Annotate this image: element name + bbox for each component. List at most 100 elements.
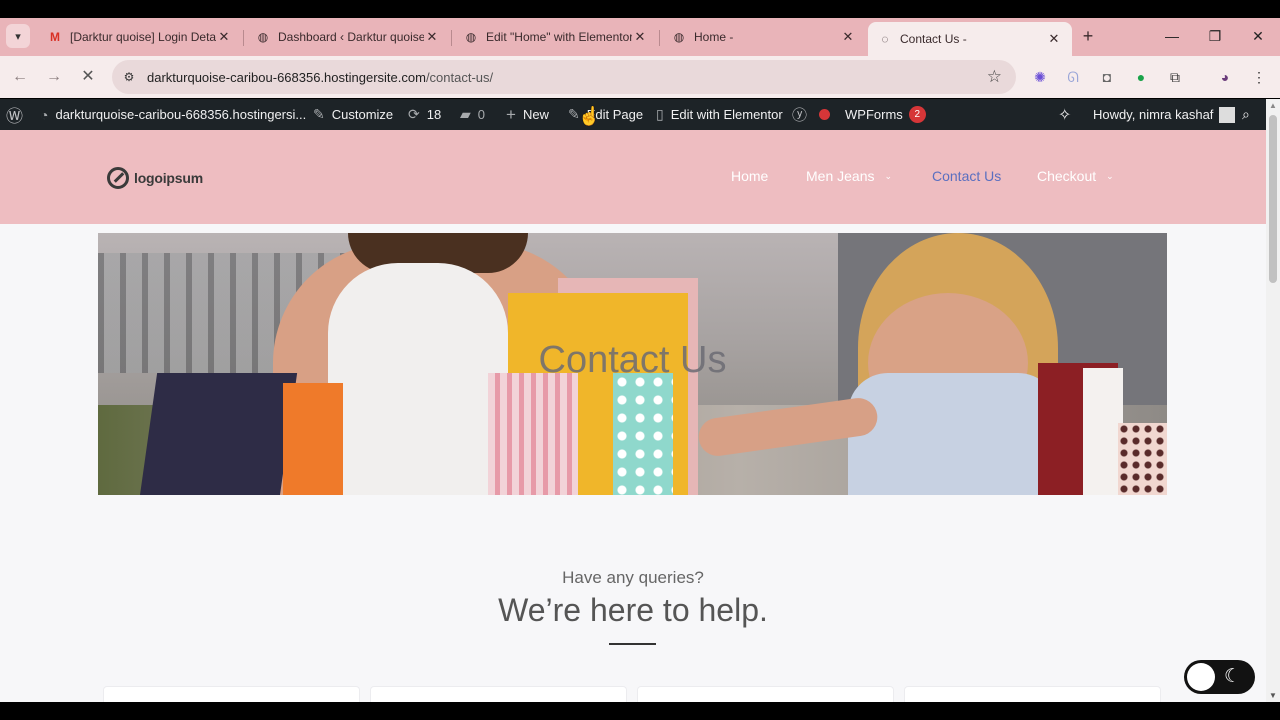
hero-banner: Contact Us (98, 233, 1167, 495)
hero-woman-right-top (848, 373, 1058, 495)
url-path: /contact-us/ (425, 70, 494, 85)
tab-dashboard[interactable]: ◍ Dashboard ‹ Darktur quoise ✕ (246, 22, 450, 52)
close-icon[interactable]: ✕ (632, 29, 648, 45)
tab-label: Edit "Home" with Elementor (486, 30, 632, 44)
new-label: New (522, 107, 549, 122)
edit-elementor-label: Edit with Elementor (670, 107, 783, 122)
close-icon[interactable]: ✕ (840, 29, 856, 45)
close-icon[interactable]: ✕ (424, 29, 440, 45)
url-text[interactable]: darkturquoise-caribou-668356.hostingersi… (147, 70, 493, 85)
tab-gmail[interactable]: M [Darktur quoise] Login Details ✕ (38, 22, 242, 52)
url-host: darkturquoise-caribou-668356.hostingersi… (147, 70, 426, 85)
loading-icon: ◌ (881, 32, 889, 46)
tab-divider (243, 30, 244, 46)
admin-new[interactable]: + New (506, 99, 549, 130)
logo-mark-icon (107, 167, 129, 189)
admin-search-icon[interactable]: ⌕ (1242, 99, 1250, 130)
admin-updates[interactable]: ⟳ 18 (408, 99, 441, 130)
camera-icon[interactable]: ◘ (1097, 67, 1117, 87)
shopping-bag-polka (613, 373, 673, 495)
stop-loading-icon[interactable]: ✕ (77, 66, 99, 88)
chevron-down-icon: ⌄ (884, 170, 893, 181)
tab-divider (451, 30, 452, 46)
tab-home[interactable]: ◍ Home - ✕ (662, 22, 866, 52)
screen-bottom-edge (0, 702, 1280, 720)
extension-puzzle-purple-icon[interactable]: ✺ (1030, 67, 1050, 87)
tab-divider (659, 30, 660, 46)
howdy-label: Howdy, nimra kashaf (1093, 107, 1214, 122)
page-scrollbar[interactable]: ▲ ▼ (1266, 99, 1280, 702)
nav-men-jeans[interactable]: Men Jeans ⌄ (806, 168, 892, 184)
nav-contact-us[interactable]: Contact Us (932, 168, 1001, 184)
window-close-icon[interactable]: ✕ (1248, 26, 1268, 46)
tab-search-icon[interactable]: ▾ (6, 24, 30, 48)
browser-toolbar: ← → ✕ ⚙ darkturquoise-caribou-668356.hos… (0, 56, 1280, 98)
nav-home[interactable]: Home (731, 168, 768, 184)
hero-title: Contact Us (538, 339, 727, 381)
site-logo[interactable]: logoipsum (107, 167, 203, 189)
contact-card (103, 686, 360, 702)
queries-subtitle: Have any queries? (562, 568, 704, 587)
grammarly-icon[interactable]: ● (1131, 67, 1151, 87)
admin-customize[interactable]: ✎ Customize (313, 99, 393, 130)
yoast-icon[interactable]: ⓨ (792, 99, 807, 130)
mouse-cursor-icon: ☝ (578, 106, 601, 126)
site-header: logoipsum Home Men Jeans ⌄ Contact Us Che… (0, 130, 1266, 224)
brush-icon: ✎ (313, 106, 325, 122)
status-dot-icon[interactable] (819, 99, 830, 130)
globe-icon: ◍ (465, 30, 477, 44)
tab-edit-elementor[interactable]: ◍ Edit "Home" with Elementor ✕ (454, 22, 658, 52)
minimize-icon[interactable]: — (1162, 26, 1182, 46)
elementor-icon: ▯ (656, 106, 664, 122)
toggle-knob (1187, 663, 1215, 691)
avatar (1219, 106, 1236, 123)
admin-site-name[interactable]: ◔ darkturquoise-caribou-668356.hostingers… (40, 99, 306, 130)
address-bar[interactable]: ⚙ darkturquoise-caribou-668356.hostinger… (112, 60, 1016, 94)
contact-card (637, 686, 894, 702)
heading-divider (609, 643, 656, 645)
tab-label: Contact Us - (900, 32, 967, 46)
forward-icon[interactable]: → (43, 66, 65, 88)
plus-icon: + (506, 104, 516, 124)
admin-wpforms[interactable]: WPForms 2 (845, 99, 926, 130)
scrollbar-thumb[interactable] (1269, 115, 1277, 283)
logo-text: logoipsum (134, 170, 203, 186)
wp-admin-bar: Ⓦ ◔ darkturquoise-caribou-668356.hostinge… (0, 99, 1266, 130)
nav-checkout[interactable]: Checkout ⌄ (1037, 168, 1114, 184)
browser-menu-icon[interactable]: ⋮ (1249, 67, 1269, 87)
comment-icon: ▰ (460, 106, 471, 122)
restore-icon[interactable]: ❐ (1205, 26, 1225, 46)
extension-lens-icon[interactable]: ᘏ (1063, 67, 1083, 87)
extensions-icon[interactable]: ⧉ (1165, 67, 1185, 87)
moon-icon: ☾ (1224, 666, 1242, 687)
wordpress-logo-icon[interactable]: Ⓦ (6, 99, 23, 130)
tab-contact-us[interactable]: ◌ Contact Us - ✕ (868, 22, 1072, 56)
shopping-bag-orange (283, 383, 343, 495)
bookmark-star-icon[interactable]: ☆ (987, 67, 1002, 87)
close-icon[interactable]: ✕ (1046, 31, 1062, 47)
admin-comments[interactable]: ▰ 0 (460, 99, 485, 130)
shopping-bag-white (1083, 368, 1123, 495)
shopping-bag-striped (488, 373, 578, 495)
customize-label: Customize (331, 107, 394, 122)
wpforms-badge: 2 (908, 106, 926, 123)
admin-account[interactable]: Howdy, nimra kashaf (1093, 99, 1236, 130)
back-icon[interactable]: ← (9, 66, 31, 88)
tab-label: Dashboard ‹ Darktur quoise (278, 30, 424, 44)
updates-icon: ⟳ (408, 106, 420, 122)
screen: ▾ M [Darktur quoise] Login Details ✕ ◍ D… (0, 0, 1280, 720)
nav-checkout-label: Checkout (1037, 168, 1097, 184)
comments-count: 0 (477, 107, 486, 122)
scroll-up-arrow-icon[interactable]: ▲ (1269, 101, 1277, 110)
sparkle-ai-icon[interactable]: ✧ (1058, 99, 1071, 130)
scroll-down-arrow-icon[interactable]: ▼ (1269, 691, 1277, 700)
website-page: logoipsum Home Men Jeans ⌄ Contact Us Che… (0, 130, 1266, 702)
gmail-icon: M (50, 30, 60, 44)
dark-mode-toggle[interactable]: ☾ (1184, 660, 1255, 694)
site-settings-icon[interactable]: ⚙ (120, 68, 138, 86)
nav-contact-us-label: Contact Us (932, 168, 1002, 184)
close-icon[interactable]: ✕ (216, 29, 232, 45)
new-tab-icon[interactable]: + (1078, 26, 1098, 46)
admin-edit-elementor[interactable]: ▯ Edit with Elementor (656, 99, 783, 130)
profile-avatar-icon[interactable]: ◕ (1215, 67, 1235, 87)
